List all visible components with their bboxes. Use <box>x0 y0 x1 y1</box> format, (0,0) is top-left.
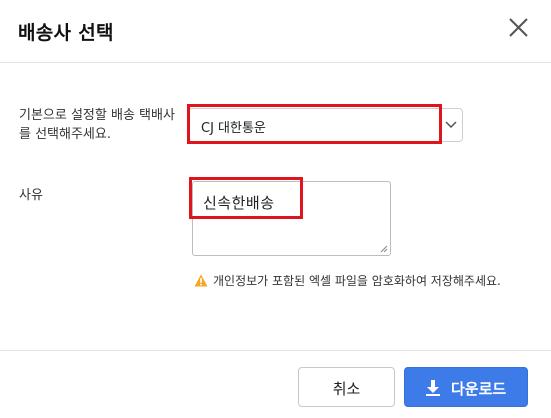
chevron-down-icon <box>445 121 457 129</box>
dialog-title: 배송사 선택 <box>18 22 114 44</box>
reason-textarea[interactable]: 신속한배송 <box>192 181 391 256</box>
close-button[interactable] <box>503 13 533 43</box>
dialog-footer: 취소 다운로드 <box>0 350 551 418</box>
warning-message: 개인정보가 포함된 엑셀 파일을 암호화하여 저장해주세요. <box>213 274 501 288</box>
carrier-select-dialog: 배송사 선택 기본으로 설정할 배송 택배사를 선택해주세요. CJ 대한통운 … <box>0 0 551 417</box>
carrier-select[interactable]: CJ 대한통운 <box>188 108 463 142</box>
reason-label: 사유 <box>19 188 43 203</box>
download-icon <box>426 380 440 396</box>
cancel-button[interactable]: 취소 <box>298 367 395 407</box>
carrier-select-toggle[interactable] <box>439 109 462 141</box>
carrier-select-value: CJ 대한통운 <box>201 121 266 136</box>
download-button[interactable]: 다운로드 <box>404 367 528 407</box>
close-icon <box>509 18 528 37</box>
carrier-label: 기본으로 설정할 배송 택배사를 선택해주세요. <box>19 108 175 142</box>
dialog-header: 배송사 선택 <box>0 0 551 63</box>
resize-handle-icon[interactable] <box>380 245 388 253</box>
cancel-button-label: 취소 <box>332 380 361 398</box>
download-button-label: 다운로드 <box>451 380 507 398</box>
reason-textarea-value: 신속한배송 <box>203 194 275 212</box>
